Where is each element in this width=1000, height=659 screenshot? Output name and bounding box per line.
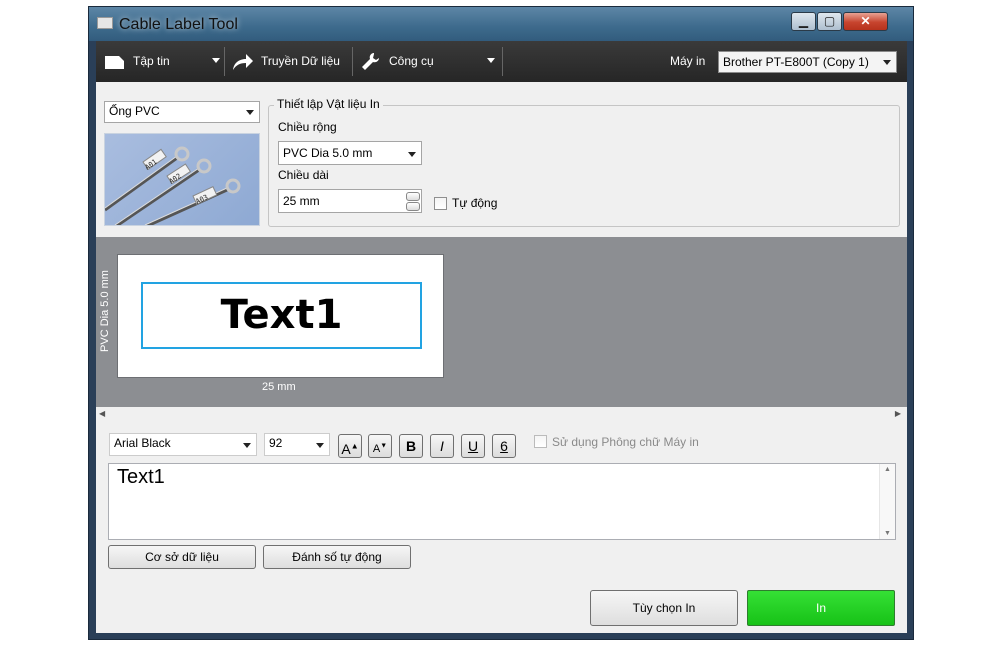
- editor-vertical-scrollbar[interactable]: ▲ ▼: [879, 464, 895, 539]
- frame-button[interactable]: 6: [492, 434, 516, 458]
- label-text-object[interactable]: Text1: [141, 282, 422, 349]
- chevron-down-icon: [883, 60, 891, 65]
- media-type-select[interactable]: Ống PVC: [104, 101, 260, 123]
- file-menu-label: Tập tin: [133, 54, 170, 68]
- scroll-up-icon[interactable]: ▲: [884, 466, 891, 473]
- decrease-font-button[interactable]: A▼: [368, 434, 392, 458]
- cable-label-image: A01 A02 A03: [104, 133, 260, 226]
- print-options-button[interactable]: Tùy chọn In: [590, 590, 738, 626]
- tools-menu[interactable]: Công cụ: [361, 41, 496, 82]
- printer-select[interactable]: Brother PT-E800T (Copy 1): [718, 51, 897, 73]
- bold-button[interactable]: B: [399, 434, 423, 458]
- chevron-down-icon: [246, 110, 254, 115]
- label-paper: Text1: [117, 254, 444, 378]
- transfer-data-button[interactable]: Truyền Dữ liệu: [232, 41, 344, 82]
- window-title: Cable Label Tool: [119, 16, 238, 33]
- toolbar-separator: [224, 47, 225, 76]
- app-window: Cable Label Tool ▁ ▢ ✕ Tập tin Truyền Dữ…: [88, 6, 914, 640]
- media-settings-title: Thiết lập Vật liệu In: [274, 97, 383, 111]
- cable-illustration: A01 A02 A03: [105, 146, 241, 225]
- client-area: Tập tin Truyền Dữ liệu Công cụ Máy in Br…: [96, 41, 907, 633]
- print-button[interactable]: In: [747, 590, 895, 626]
- maximize-button[interactable]: ▢: [817, 12, 842, 31]
- file-menu[interactable]: Tập tin: [104, 41, 224, 82]
- toolbar-separator: [352, 47, 353, 76]
- chevron-down-icon: [212, 58, 220, 63]
- printer-font-label: Sử dụng Phông chữ Máy in: [552, 435, 699, 449]
- font-select[interactable]: Arial Black: [109, 433, 257, 456]
- auto-length-checkbox[interactable]: [434, 197, 447, 210]
- preview-length-label: 25 mm: [262, 381, 296, 393]
- scroll-left-icon[interactable]: ◀: [99, 409, 105, 418]
- length-label: Chiều dài: [278, 168, 329, 182]
- width-select-value: PVC Dia 5.0 mm: [283, 146, 373, 160]
- scroll-down-icon[interactable]: ▼: [884, 530, 891, 537]
- database-button[interactable]: Cơ sở dữ liệu: [108, 545, 256, 569]
- length-input-value: 25 mm: [283, 194, 320, 208]
- label-text-editor-value: Text1: [117, 466, 165, 488]
- transfer-data-label: Truyền Dữ liệu: [261, 54, 340, 68]
- increase-font-button[interactable]: A▲: [338, 434, 362, 458]
- font-select-value: Arial Black: [114, 436, 171, 450]
- font-size-select[interactable]: 92: [264, 433, 330, 456]
- chevron-down-icon: [316, 443, 324, 448]
- width-select[interactable]: PVC Dia 5.0 mm: [278, 141, 422, 165]
- close-button[interactable]: ✕: [843, 12, 888, 31]
- file-icon: [105, 56, 124, 69]
- wrench-icon: [362, 53, 379, 70]
- printer-select-value: Brother PT-E800T (Copy 1): [723, 55, 869, 69]
- chevron-down-icon: [408, 152, 416, 157]
- chevron-down-icon: [243, 443, 251, 448]
- length-spin-down[interactable]: [406, 202, 420, 211]
- toolbar-separator: [502, 47, 503, 76]
- label-text-editor[interactable]: Text1 ▲ ▼: [108, 463, 896, 540]
- media-type-value: Ống PVC: [109, 104, 160, 118]
- width-label: Chiều rộng: [278, 120, 337, 134]
- share-arrow-icon: [233, 54, 253, 70]
- label-preview-area: PVC Dia 5.0 mm Text1 25 mm: [96, 237, 907, 407]
- increase-font-icon: A▲: [341, 440, 359, 457]
- underline-button[interactable]: U: [461, 434, 485, 458]
- preview-horizontal-scrollbar[interactable]: ◀ ▶: [96, 407, 907, 421]
- printer-font-checkbox[interactable]: [534, 435, 547, 448]
- auto-number-button[interactable]: Đánh số tự động: [263, 545, 411, 569]
- title-bar[interactable]: Cable Label Tool ▁ ▢ ✕: [89, 7, 913, 41]
- app-icon: [97, 17, 113, 29]
- italic-button[interactable]: I: [430, 434, 454, 458]
- minimize-button[interactable]: ▁: [791, 12, 816, 31]
- auto-length-label: Tự động: [452, 196, 498, 210]
- length-input[interactable]: 25 mm: [278, 189, 422, 213]
- decrease-font-icon: A▼: [372, 442, 388, 455]
- main-toolbar: Tập tin Truyền Dữ liệu Công cụ Máy in Br…: [96, 41, 907, 82]
- scroll-right-icon[interactable]: ▶: [895, 409, 901, 418]
- desktop-background: [0, 0, 88, 659]
- length-spin-up[interactable]: [406, 192, 420, 201]
- tools-menu-label: Công cụ: [389, 54, 434, 68]
- chevron-down-icon: [487, 58, 495, 63]
- preview-height-label: PVC Dia 5.0 mm: [98, 270, 111, 352]
- font-size-value: 92: [269, 436, 283, 450]
- printer-label: Máy in: [670, 54, 706, 68]
